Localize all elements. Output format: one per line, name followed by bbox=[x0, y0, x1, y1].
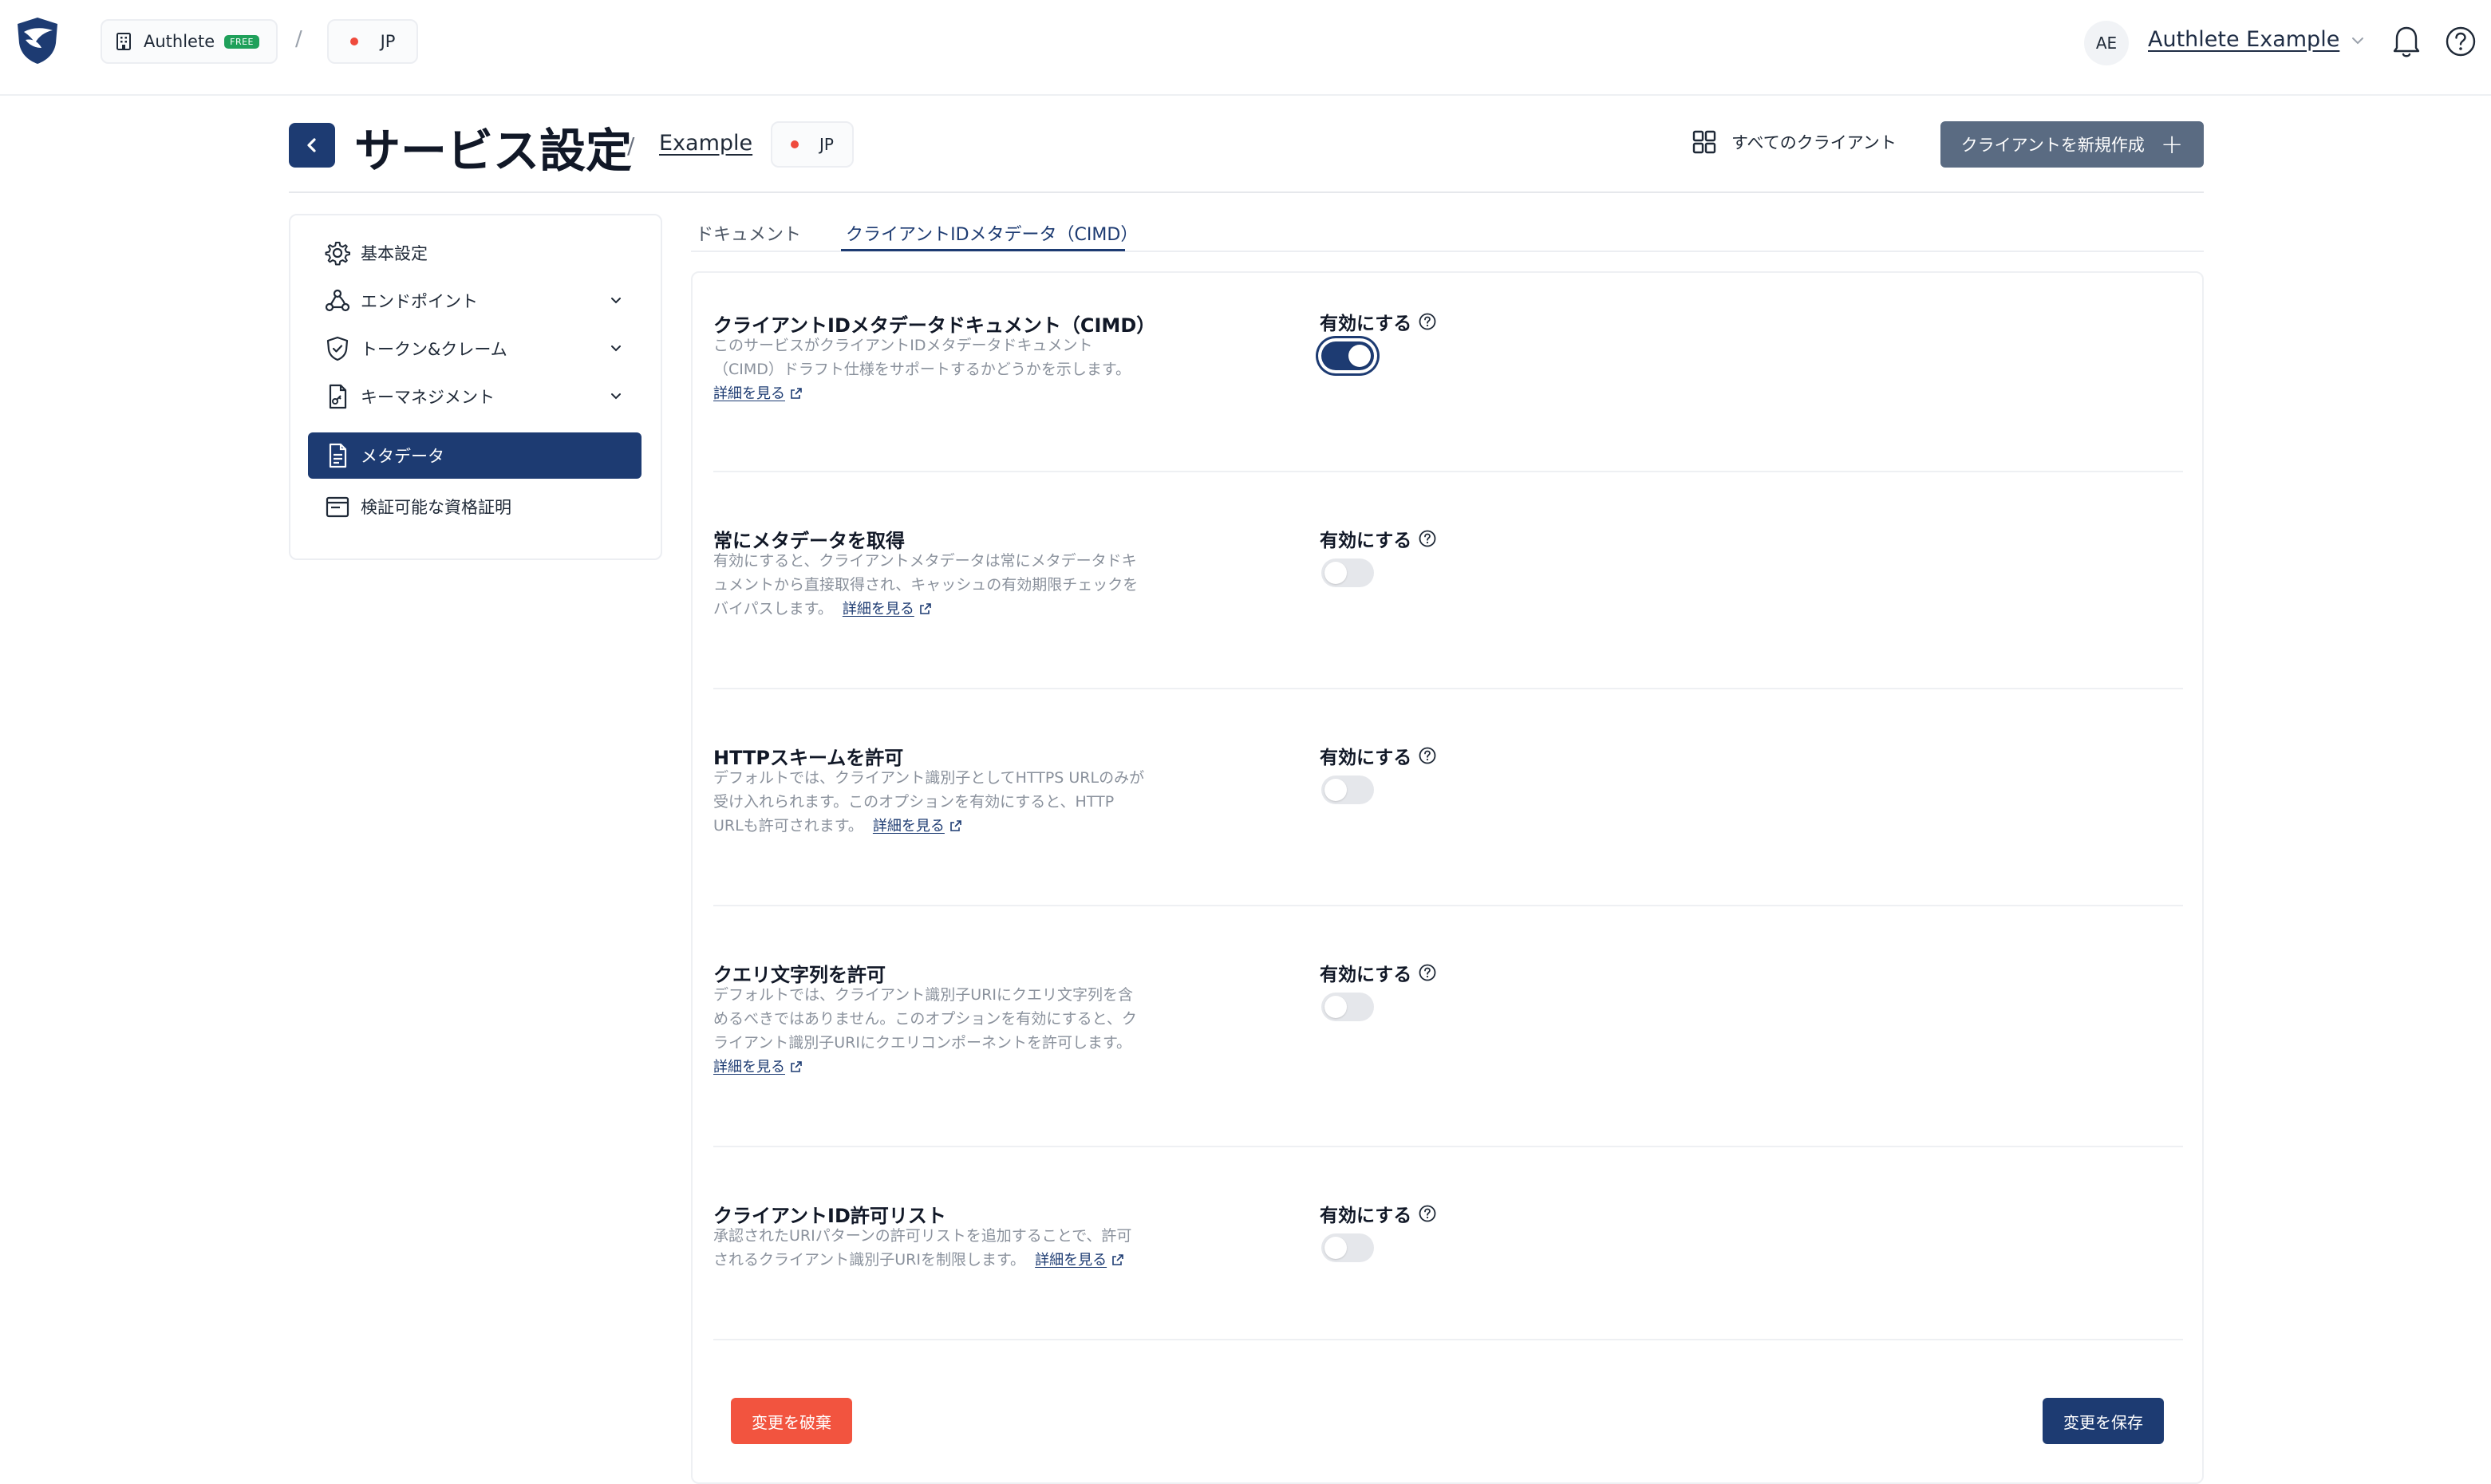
title-separator: / bbox=[627, 132, 635, 159]
sidebar-item-verifiable-credentials[interactable]: 検証可能な資格証明 bbox=[308, 483, 642, 530]
learn-more-link[interactable]: 詳細を見る bbox=[873, 818, 945, 835]
breadcrumb-separator: / bbox=[295, 27, 302, 51]
plan-badge: FREE bbox=[224, 34, 260, 49]
sidebar-item-label: トークン&クレーム bbox=[361, 340, 507, 359]
chevron-down-icon[interactable] bbox=[608, 293, 624, 309]
setting-description: デフォルトでは、クライアント識別子URIにクエリ文字列を含 めるべきではありませ… bbox=[713, 986, 1137, 1076]
gear-icon bbox=[325, 242, 350, 266]
toggle-knob bbox=[1324, 779, 1347, 801]
env-label: JP bbox=[819, 135, 834, 154]
env-status-dot bbox=[791, 140, 799, 148]
toggle-knob bbox=[1324, 996, 1347, 1018]
enable-label: 有効にする bbox=[1320, 525, 1437, 552]
tab-cimd[interactable]: クライアントIDメタデータ（CIMD） bbox=[846, 220, 1138, 246]
service-env-badge: JP bbox=[771, 121, 854, 168]
sidebar-item-key-management[interactable]: キーマネジメント bbox=[308, 373, 642, 420]
env-label: JP bbox=[380, 32, 396, 51]
discard-changes-button[interactable]: 変更を破棄 bbox=[731, 1398, 852, 1444]
row-divider bbox=[713, 471, 2183, 472]
client-id-allowlist-toggle[interactable] bbox=[1321, 1233, 1374, 1262]
help-icon[interactable] bbox=[1418, 1204, 1437, 1223]
shield-check-icon bbox=[326, 336, 349, 361]
learn-more-link[interactable]: 詳細を見る bbox=[713, 1059, 785, 1076]
help-icon[interactable] bbox=[1418, 529, 1437, 548]
sidebar-item-label: エンドポイント bbox=[361, 292, 478, 311]
webhook-icon bbox=[325, 289, 350, 312]
grid-icon bbox=[1692, 130, 1716, 154]
setting-description: デフォルトでは、クライアント識別子としてHTTPS URLのみが 受け入れられま… bbox=[713, 769, 1145, 835]
external-link-icon bbox=[791, 1061, 802, 1072]
account-name[interactable]: Authlete Example bbox=[2148, 27, 2339, 52]
learn-more-link[interactable]: 詳細を見る bbox=[1035, 1252, 1107, 1269]
chevron-left-icon bbox=[307, 138, 316, 152]
setting-description: 有効にすると、クライアントメタデータは常にメタデータドキ ュメントから直接取得さ… bbox=[713, 552, 1139, 618]
allow-query-toggle[interactable] bbox=[1321, 993, 1374, 1021]
external-link-icon bbox=[950, 820, 961, 831]
all-clients-label: すべてのクライアント bbox=[1731, 133, 1897, 152]
enable-label: 有効にする bbox=[1320, 1200, 1437, 1227]
sidebar-item-basic-settings[interactable]: 基本設定 bbox=[308, 230, 642, 276]
credential-icon bbox=[326, 496, 349, 518]
chevron-down-icon[interactable] bbox=[608, 341, 624, 357]
external-link-icon bbox=[791, 388, 802, 399]
sidebar-item-label: 検証可能な資格証明 bbox=[361, 498, 511, 517]
plus-icon: + bbox=[2160, 128, 2184, 160]
help-icon[interactable] bbox=[1418, 963, 1437, 982]
org-selector[interactable]: Authlete FREE bbox=[101, 19, 278, 64]
setting-description: 承認されたURIパターンの許可リストを追加することで、許可 されるクライアント識… bbox=[713, 1227, 1132, 1269]
toggle-knob bbox=[1324, 562, 1347, 584]
active-tab-indicator bbox=[841, 249, 1125, 251]
allow-http-toggle[interactable] bbox=[1321, 776, 1374, 804]
chevron-down-icon[interactable] bbox=[2349, 32, 2367, 49]
enable-label: 有効にする bbox=[1320, 959, 1437, 986]
tab-document[interactable]: ドキュメント bbox=[696, 220, 801, 246]
sidebar-item-label: 基本設定 bbox=[361, 244, 428, 263]
sidebar-item-label: メタデータ bbox=[361, 447, 444, 466]
page-title: サービス設定 bbox=[354, 124, 633, 178]
row-divider bbox=[713, 1339, 2183, 1340]
save-changes-button[interactable]: 変更を保存 bbox=[2043, 1398, 2164, 1444]
sidebar-item-tokens-claims[interactable]: トークン&クレーム bbox=[308, 326, 642, 372]
row-divider bbox=[713, 1146, 2183, 1147]
service-name-link[interactable]: Example bbox=[659, 131, 752, 156]
sidebar-item-label: キーマネジメント bbox=[361, 388, 495, 407]
env-selector[interactable]: JP bbox=[327, 19, 418, 64]
document-icon bbox=[329, 443, 347, 468]
settings-sidebar: 基本設定 エンドポイント トークン&クレーム キーマネジメント メタデータ 検証… bbox=[289, 214, 662, 560]
toggle-knob bbox=[1324, 1237, 1347, 1259]
enable-label: 有効にする bbox=[1320, 742, 1437, 769]
external-link-icon bbox=[920, 603, 931, 614]
help-icon[interactable] bbox=[2445, 26, 2477, 57]
avatar[interactable]: AE bbox=[2084, 21, 2129, 65]
learn-more-link[interactable]: 詳細を見る bbox=[713, 385, 785, 402]
always-fetch-toggle[interactable] bbox=[1321, 558, 1374, 587]
external-link-icon bbox=[1112, 1254, 1123, 1265]
top-bar: Authlete FREE / JP AE Authlete Example bbox=[0, 0, 2491, 96]
create-client-button[interactable]: クライアントを新規作成 + bbox=[1940, 121, 2204, 168]
bell-icon[interactable] bbox=[2390, 22, 2422, 59]
row-divider bbox=[713, 905, 2183, 906]
chevron-down-icon[interactable] bbox=[608, 389, 624, 405]
create-client-label: クライアントを新規作成 bbox=[1960, 136, 2145, 155]
org-name: Authlete bbox=[144, 32, 215, 51]
help-icon[interactable] bbox=[1418, 312, 1437, 331]
setting-description: このサービスがクライアントIDメタデータドキュメント （CIMD）ドラフト仕様を… bbox=[713, 337, 1131, 402]
back-button[interactable] bbox=[289, 123, 335, 168]
env-status-dot bbox=[349, 37, 358, 45]
key-file-icon bbox=[329, 384, 347, 409]
cimd-settings-panel: クライアントIDメタデータドキュメント（CIMD） このサービスがクライアントI… bbox=[691, 271, 2204, 1484]
sidebar-item-metadata[interactable]: メタデータ bbox=[308, 432, 642, 479]
all-clients-link[interactable]: すべてのクライアント bbox=[1692, 129, 1897, 155]
building-icon bbox=[116, 33, 131, 50]
header-divider bbox=[289, 191, 2204, 193]
row-divider bbox=[713, 688, 2183, 689]
cimd-enable-toggle[interactable] bbox=[1321, 341, 1374, 370]
help-icon[interactable] bbox=[1418, 746, 1437, 765]
sidebar-item-endpoints[interactable]: エンドポイント bbox=[308, 278, 642, 324]
learn-more-link[interactable]: 詳細を見る bbox=[843, 601, 914, 618]
authlete-logo-icon[interactable] bbox=[14, 16, 61, 65]
toggle-knob bbox=[1348, 345, 1371, 367]
enable-label: 有効にする bbox=[1320, 308, 1437, 335]
